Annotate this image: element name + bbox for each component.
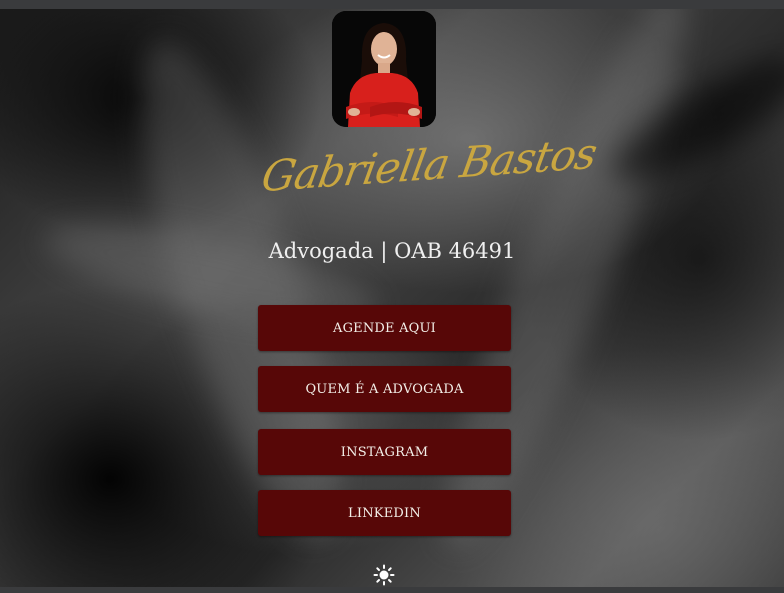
linkedin-button[interactable]: LINKEDIN — [258, 490, 511, 536]
theme-toggle-button[interactable] — [373, 564, 395, 586]
profile-avatar — [332, 11, 436, 127]
agende-aqui-button[interactable]: AGENDE AQUI — [258, 305, 511, 351]
sun-icon — [373, 564, 395, 586]
profile-subtitle: Advogada | OAB 46491 — [268, 239, 516, 263]
silk-background: Gabriella Bastos Advogada | OAB 46491 AG… — [0, 9, 784, 587]
profile-name: Gabriella Bastos — [257, 128, 601, 202]
browser-top-bar — [0, 0, 784, 9]
browser-bottom-bar — [0, 587, 784, 593]
quem-e-a-advogada-button[interactable]: QUEM É A ADVOGADA — [258, 366, 511, 412]
instagram-button[interactable]: INSTAGRAM — [258, 429, 511, 475]
